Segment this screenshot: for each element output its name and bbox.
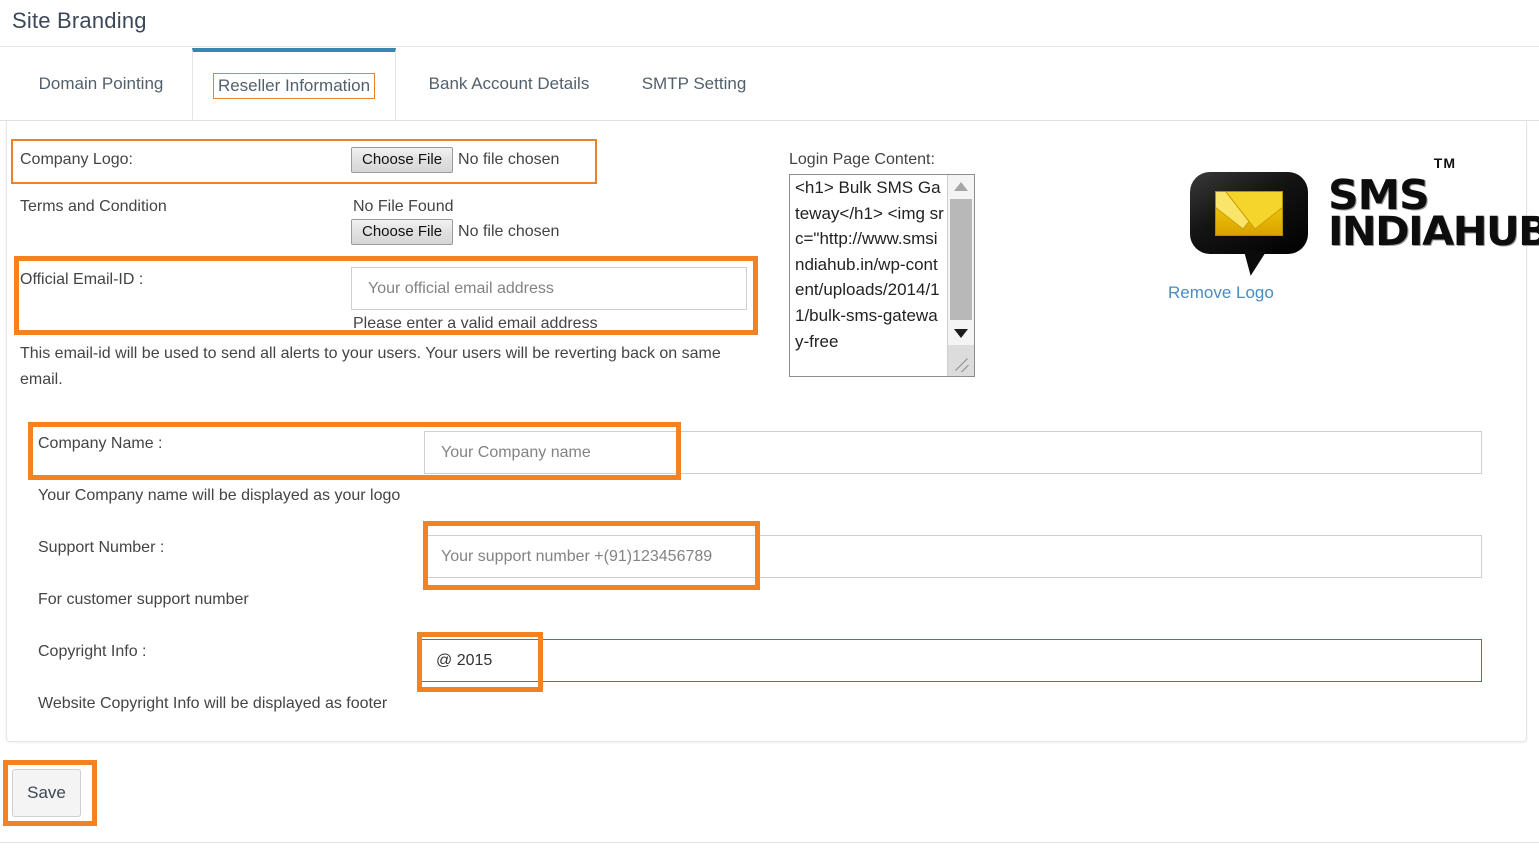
terms-and-condition-file-status: No file chosen bbox=[458, 223, 560, 241]
company-name-helper-text: Your Company name will be displayed as y… bbox=[38, 487, 401, 504]
tab-bar: Domain Pointing Reseller Information Ban… bbox=[0, 48, 1539, 121]
support-number-helper-text: For customer support number bbox=[38, 591, 249, 608]
copyright-info-helper-text: Website Copyright Info will be displayed… bbox=[38, 695, 388, 712]
support-number-input[interactable] bbox=[424, 535, 1482, 578]
page-header: Site Branding bbox=[0, 0, 1539, 47]
login-page-content-scrollbar[interactable] bbox=[947, 175, 974, 376]
official-email-error-message: Please enter a valid email address bbox=[353, 315, 598, 332]
bottom-divider bbox=[0, 842, 1539, 843]
page-title: Site Branding bbox=[12, 8, 147, 33]
company-name-label: Company Name : bbox=[38, 435, 163, 452]
trademark-icon: TM bbox=[1433, 155, 1456, 171]
company-logo-label: Company Logo: bbox=[20, 151, 133, 168]
company-name-input[interactable] bbox=[424, 431, 1482, 474]
terms-and-condition-file-row[interactable]: Choose File No file chosen bbox=[351, 219, 560, 246]
copyright-info-input[interactable] bbox=[419, 639, 1482, 682]
scroll-down-arrow-icon[interactable] bbox=[948, 322, 974, 344]
tab-domain-pointing[interactable]: Domain Pointing bbox=[10, 48, 192, 120]
speech-bubble-icon bbox=[1190, 172, 1308, 254]
tab-smtp-setting-label: SMTP Setting bbox=[641, 74, 747, 93]
support-number-label: Support Number : bbox=[38, 539, 165, 556]
tab-domain-pointing-label: Domain Pointing bbox=[38, 74, 164, 93]
tab-smtp-setting[interactable]: SMTP Setting bbox=[622, 48, 766, 120]
tab-reseller-information-label: Reseller Information bbox=[212, 72, 376, 99]
official-email-input[interactable] bbox=[351, 267, 747, 310]
tab-bank-account-details[interactable]: Bank Account Details bbox=[396, 48, 622, 120]
tab-bank-account-details-label: Bank Account Details bbox=[428, 74, 590, 93]
copyright-info-label: Copyright Info : bbox=[38, 643, 147, 660]
remove-logo-link[interactable]: Remove Logo bbox=[1168, 283, 1274, 303]
company-logo-preview: TM SMS INDIAHUB bbox=[1168, 150, 1539, 275]
official-email-helper-text: This email-id will be used to send all a… bbox=[20, 345, 721, 388]
save-button[interactable]: Save bbox=[12, 769, 81, 817]
company-logo-file-status: No file chosen bbox=[458, 151, 560, 169]
official-email-label: Official Email-ID : bbox=[20, 271, 144, 288]
logo-wordmark-line-2: INDIAHUB bbox=[1328, 209, 1539, 255]
terms-and-condition-choose-file-button[interactable]: Choose File bbox=[351, 219, 454, 246]
login-page-content-label: Login Page Content: bbox=[789, 151, 935, 168]
tab-reseller-information[interactable]: Reseller Information bbox=[192, 48, 396, 120]
resize-grip-icon[interactable] bbox=[948, 345, 974, 376]
envelope-icon bbox=[1215, 191, 1283, 236]
terms-and-condition-file-found-text: No File Found bbox=[353, 198, 454, 215]
scroll-up-arrow-icon[interactable] bbox=[948, 175, 974, 197]
login-page-content-textarea[interactable]: <h1> Bulk SMS Gateway</h1> <img src="htt… bbox=[789, 174, 975, 377]
login-page-content-value: <h1> Bulk SMS Gateway</h1> <img src="htt… bbox=[795, 178, 944, 351]
company-logo-file-row[interactable]: Choose File No file chosen bbox=[351, 147, 560, 174]
terms-and-condition-label: Terms and Condition bbox=[20, 198, 167, 215]
scrollbar-thumb[interactable] bbox=[950, 199, 972, 320]
company-logo-choose-file-button[interactable]: Choose File bbox=[351, 147, 454, 174]
